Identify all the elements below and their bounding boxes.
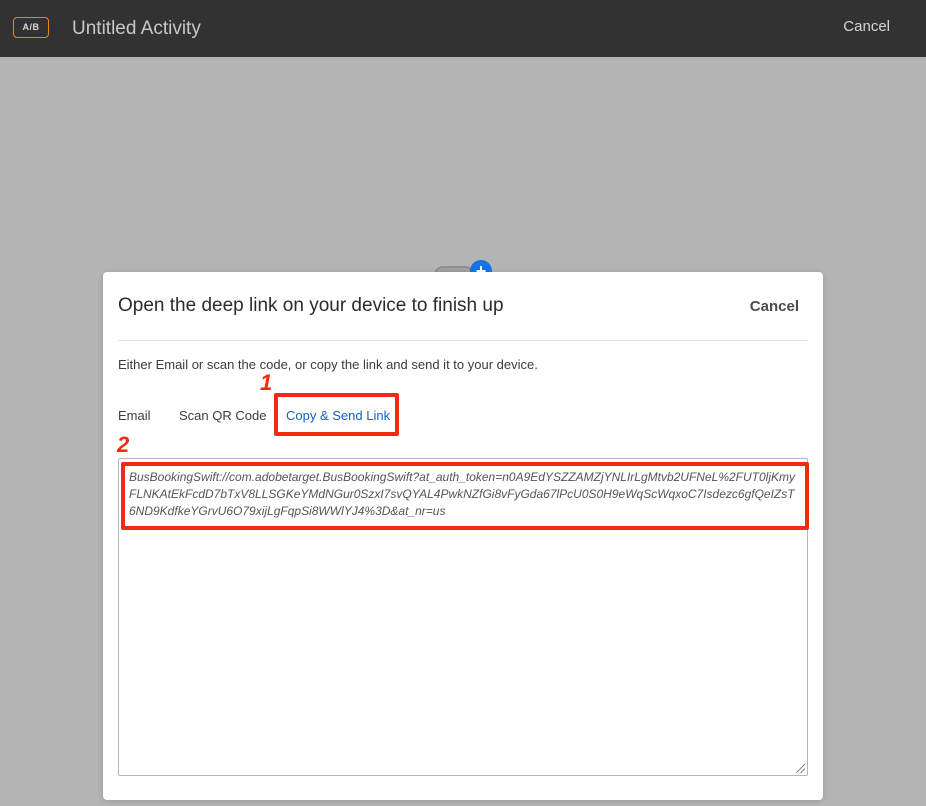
- tab-email[interactable]: Email: [118, 408, 151, 424]
- deep-link-dialog: Open the deep link on your device to fin…: [103, 272, 823, 800]
- annotation-box-1: [274, 393, 399, 436]
- header-cancel-button[interactable]: Cancel: [843, 17, 890, 37]
- annotation-number-1: 1: [260, 370, 273, 395]
- dialog-instruction: Either Email or scan the code, or copy t…: [118, 357, 538, 372]
- dialog-divider: [118, 340, 808, 341]
- dialog-title: Open the deep link on your device to fin…: [118, 295, 504, 316]
- top-header-bar: A/B Untitled Activity Cancel: [0, 0, 926, 57]
- ab-test-badge: A/B: [13, 17, 49, 38]
- activity-title[interactable]: Untitled Activity: [72, 16, 201, 42]
- resize-handle-icon[interactable]: [796, 764, 805, 773]
- tab-scan-qr-code[interactable]: Scan QR Code: [179, 408, 266, 424]
- annotation-number-2: 2: [117, 432, 130, 457]
- dialog-cancel-button[interactable]: Cancel: [750, 298, 799, 316]
- annotation-box-2: [121, 462, 809, 530]
